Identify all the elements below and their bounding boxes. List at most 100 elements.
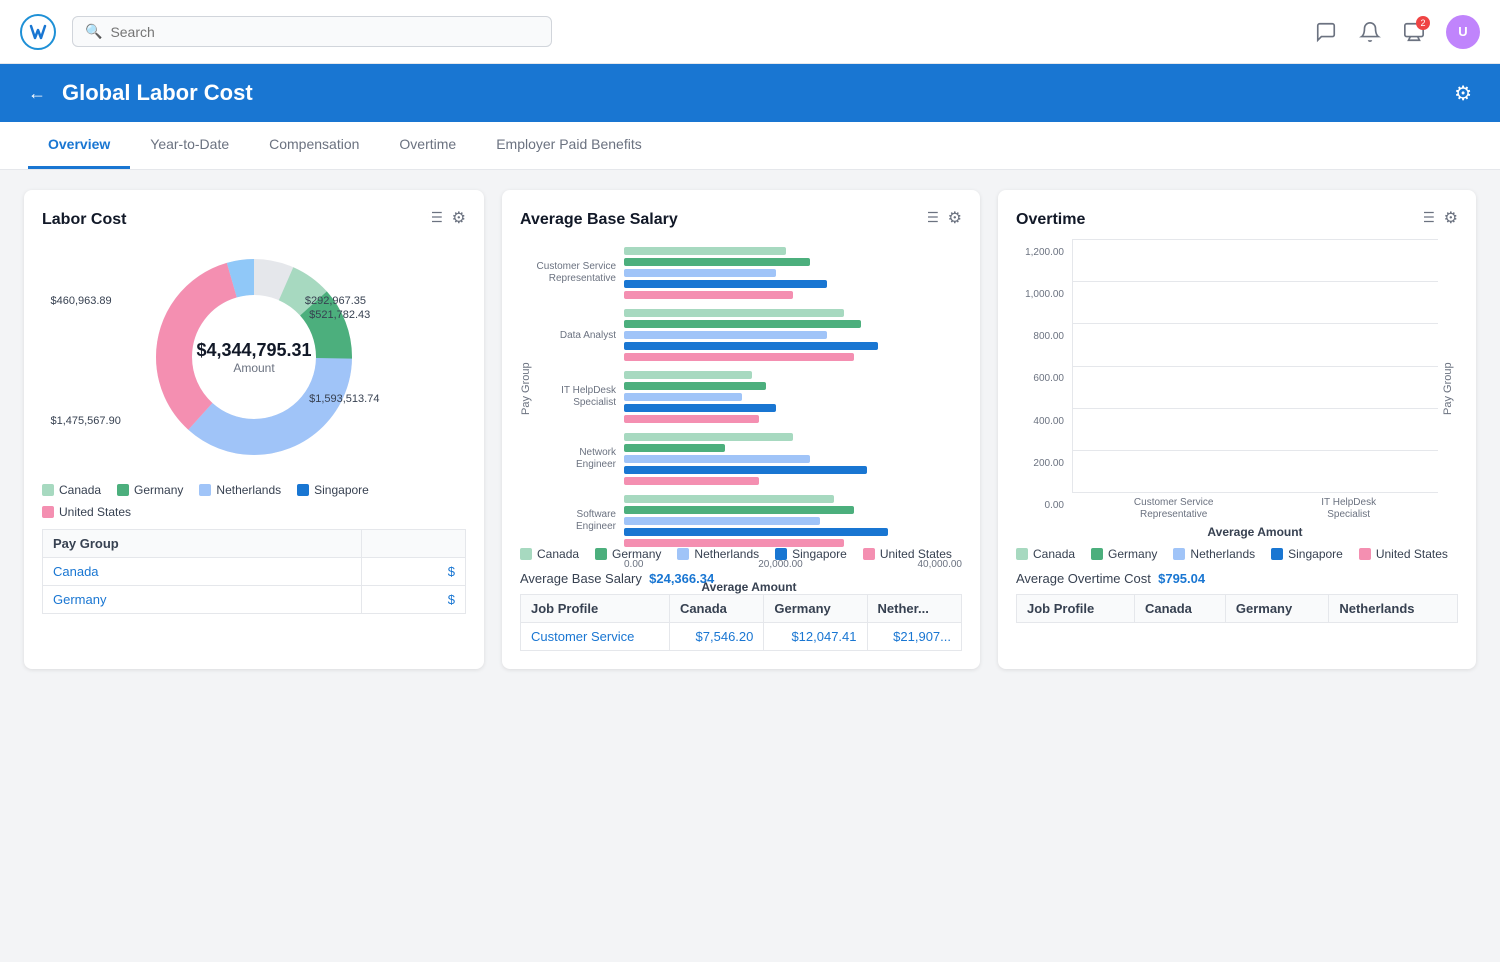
gear-icon[interactable]: ⚙ — [1444, 208, 1458, 231]
legend-netherlands: Netherlands — [677, 547, 759, 561]
us-label: United States — [1376, 547, 1448, 561]
search-icon: 🔍 — [85, 23, 102, 40]
donut-amount: $4,344,795.31 — [196, 340, 311, 361]
tab-employer-paid-benefits[interactable]: Employer Paid Benefits — [476, 122, 662, 169]
xaxis-labels: Customer ServiceRepresentative IT HelpDe… — [1072, 497, 1438, 521]
avg-salary-legend: Canada Germany Netherlands Singapore Uni… — [520, 547, 962, 561]
overtime-table: Job Profile Canada Germany Netherlands — [1016, 594, 1458, 623]
search-input[interactable] — [110, 24, 539, 40]
table-row: Canada $ — [43, 558, 466, 586]
stat-value: $24,366.34 — [649, 571, 714, 586]
hbar-label-csr: Customer ServiceRepresentative — [536, 261, 616, 285]
settings-icon[interactable]: ⚙ — [1454, 81, 1472, 106]
avg-salary-header: Average Base Salary ⚙ — [520, 208, 962, 231]
singapore-dot — [775, 548, 787, 560]
nav-icons: 2 U — [1314, 15, 1480, 49]
cs-canada: $7,546.20 — [669, 623, 763, 651]
legend-singapore: Singapore — [775, 547, 847, 561]
stat-label: Average Base Salary — [520, 571, 642, 586]
hbar-label-se: SoftwareEngineer — [536, 509, 616, 533]
col-nether: Nether... — [867, 595, 961, 623]
segment-label-netherlands: $1,593,513.74 — [309, 393, 379, 405]
labor-cost-title: Labor Cost — [42, 211, 126, 229]
xlabel-csr: Customer ServiceRepresentative — [1134, 497, 1213, 521]
table-row: Customer Service $7,546.20 $12,047.41 $2… — [521, 623, 962, 651]
ytick-0: 0.00 — [1045, 500, 1064, 511]
hbar-chart-container: Pay Group Customer ServiceRepresentative — [520, 239, 962, 539]
vbar-area: Customer ServiceRepresentative IT HelpDe… — [1072, 239, 1438, 539]
germany-val: $ — [362, 586, 466, 614]
yaxis-label: Pay Group — [520, 239, 532, 539]
overtime-header: Overtime ⚙ — [1016, 208, 1458, 231]
germany-dot — [117, 484, 129, 496]
canada-row[interactable]: Canada — [43, 558, 362, 586]
main-content: Labor Cost ⚙ — [0, 170, 1500, 689]
hbar-group-csr: Customer ServiceRepresentative — [536, 247, 962, 299]
hbar-bars-ne — [624, 433, 962, 485]
us-dot — [863, 548, 875, 560]
inbox-icon[interactable]: 2 — [1402, 20, 1426, 44]
germany-row[interactable]: Germany — [43, 586, 362, 614]
canada-dot — [520, 548, 532, 560]
ytick-1000: 1,000.00 — [1025, 289, 1064, 300]
chat-icon[interactable] — [1314, 20, 1338, 44]
avg-salary-table: Job Profile Canada Germany Nether... Cus… — [520, 594, 962, 651]
filter-icon[interactable] — [1418, 208, 1436, 231]
avg-salary-title: Average Base Salary — [520, 211, 678, 229]
singapore-dot — [1271, 548, 1283, 560]
overtime-stat: Average Overtime Cost $795.04 — [1016, 571, 1458, 586]
filter-icon[interactable] — [922, 208, 940, 231]
hbar-label-it: IT HelpDeskSpecialist — [536, 385, 616, 409]
canada-label: Canada — [537, 547, 579, 561]
singapore-label: Singapore — [314, 483, 369, 497]
netherlands-label: Netherlands — [694, 547, 759, 561]
netherlands-dot — [199, 484, 211, 496]
xlabel-it: IT HelpDeskSpecialist — [1321, 497, 1376, 521]
search-bar[interactable]: 🔍 — [72, 16, 552, 47]
back-button[interactable]: ← — [28, 83, 46, 104]
hbar-group-it: IT HelpDeskSpecialist — [536, 371, 962, 423]
legend-germany: Germany — [595, 547, 661, 561]
overtime-icons: ⚙ — [1418, 208, 1458, 231]
gear-icon[interactable]: ⚙ — [452, 208, 466, 231]
cs-germany: $12,047.41 — [764, 623, 867, 651]
germany-label: Germany — [1108, 547, 1157, 561]
canada-label: Canada — [1033, 547, 1075, 561]
filter-icon[interactable] — [426, 208, 444, 231]
table-row: Germany $ — [43, 586, 466, 614]
legend-germany: Germany — [117, 483, 183, 497]
legend-canada: Canada — [1016, 547, 1075, 561]
vbar-chart-container: 1,200.00 1,000.00 800.00 600.00 400.00 2… — [1016, 239, 1458, 539]
overtime-title: Overtime — [1016, 211, 1085, 229]
stat-value: $795.04 — [1158, 571, 1205, 586]
ytick-600: 600.00 — [1033, 373, 1064, 384]
tab-overview[interactable]: Overview — [28, 122, 130, 169]
labor-cost-legend: Canada Germany Netherlands Singapore Uni… — [42, 483, 466, 519]
tab-compensation[interactable]: Compensation — [249, 122, 379, 169]
avatar[interactable]: U — [1446, 15, 1480, 49]
overtime-xaxis-title: Average Amount — [1072, 525, 1438, 539]
legend-germany: Germany — [1091, 547, 1157, 561]
us-dot — [1359, 548, 1371, 560]
canada-val: $ — [362, 558, 466, 586]
col-netherlands: Netherlands — [1329, 595, 1458, 623]
cs-job-profile[interactable]: Customer Service — [521, 623, 670, 651]
overtime-card: Overtime ⚙ 1,200.00 1,000.00 800.00 600.… — [998, 190, 1476, 669]
tab-year-to-date[interactable]: Year-to-Date — [130, 122, 249, 169]
col-canada: Canada — [1134, 595, 1225, 623]
ytick-800: 800.00 — [1033, 331, 1064, 342]
canada-dot — [1016, 548, 1028, 560]
avg-base-salary-card: Average Base Salary ⚙ Pay Group Customer… — [502, 190, 980, 669]
canada-label: Canada — [59, 483, 101, 497]
bell-icon[interactable] — [1358, 20, 1382, 44]
donut-label: Amount — [196, 361, 311, 375]
gear-icon[interactable]: ⚙ — [948, 208, 962, 231]
col-pay-group: Pay Group — [43, 530, 362, 558]
ytick-400: 400.00 — [1033, 416, 1064, 427]
overtime-legend: Canada Germany Netherlands Singapore Uni… — [1016, 547, 1458, 561]
tab-bar: Overview Year-to-Date Compensation Overt… — [0, 122, 1500, 170]
tab-overtime[interactable]: Overtime — [379, 122, 476, 169]
legend-netherlands: Netherlands — [199, 483, 281, 497]
legend-us: United States — [42, 505, 131, 519]
segment-label-germany: $521,782.43 — [309, 309, 370, 321]
